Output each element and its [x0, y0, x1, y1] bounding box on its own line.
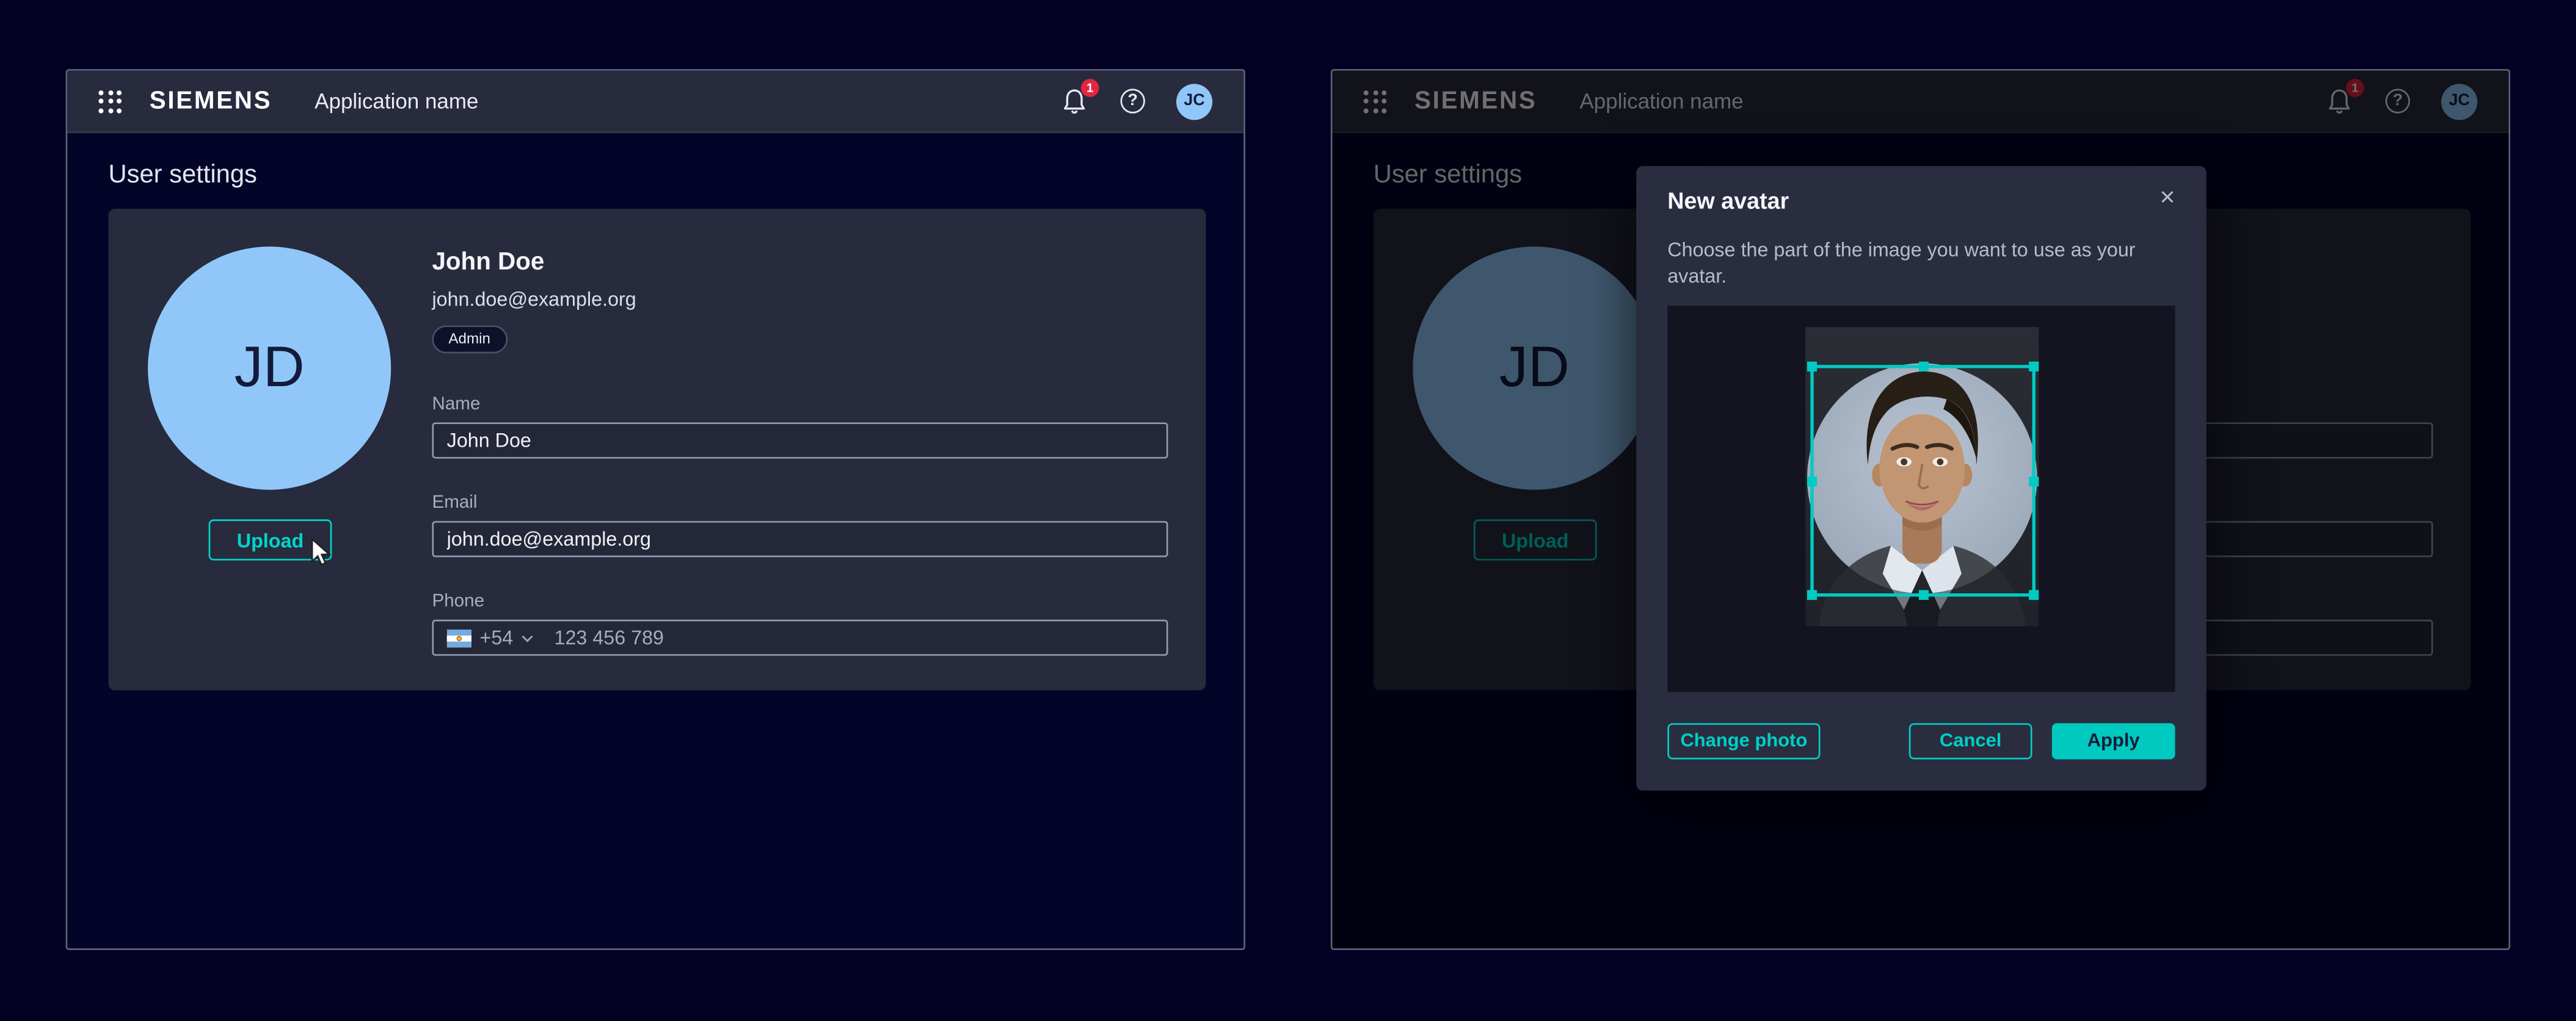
apply-button[interactable]: Apply	[2052, 723, 2175, 759]
user-avatar-small[interactable]: JC	[1176, 83, 1212, 119]
profile-email: john.doe@example.org	[432, 288, 1168, 311]
change-photo-button[interactable]: Change photo	[1667, 723, 1820, 759]
crop-handle-ne[interactable]	[2029, 362, 2039, 371]
app-bar: SIEMENS Application name 1 ? JC	[67, 71, 1243, 133]
panel-left: SIEMENS Application name 1 ? JC User set…	[66, 69, 1245, 950]
modal-description: Choose the part of the image you want to…	[1667, 236, 2153, 289]
crop-handle-n[interactable]	[1918, 362, 1928, 371]
crop-handle-se[interactable]	[2029, 590, 2039, 600]
country-code[interactable]: +54	[479, 626, 513, 650]
crop-canvas[interactable]	[1667, 306, 2175, 692]
email-input[interactable]	[432, 521, 1168, 557]
user-settings-card: JD Upload John Doe john.doe@example.org …	[109, 209, 1206, 690]
cancel-button[interactable]: Cancel	[1909, 723, 2032, 759]
profile-avatar: JD	[148, 247, 391, 490]
name-field-group: Name	[432, 395, 1168, 459]
name-input[interactable]	[432, 422, 1168, 458]
phone-number[interactable]: 123 456 789	[554, 626, 664, 650]
role-badge: Admin	[432, 326, 506, 354]
phone-field-group: Phone +54 123 456 789	[432, 591, 1168, 656]
phone-label: Phone	[432, 591, 1168, 611]
close-icon[interactable]: ×	[2159, 188, 2175, 211]
crop-handle-w[interactable]	[1807, 476, 1817, 486]
notifications-button[interactable]: 1	[1060, 86, 1089, 115]
siemens-logo: SIEMENS	[150, 87, 272, 115]
application-name: Application name	[315, 89, 478, 113]
modal-title: New avatar	[1667, 188, 1789, 214]
name-label: Name	[432, 395, 1168, 414]
profile-name: John Doe	[432, 248, 1168, 276]
help-button[interactable]: ?	[1121, 89, 1145, 113]
chevron-down-icon	[522, 634, 535, 642]
upload-button[interactable]: Upload	[209, 519, 332, 560]
crop-handle-nw[interactable]	[1807, 362, 1817, 371]
email-label: Email	[432, 493, 1168, 513]
page-title: User settings	[109, 161, 1244, 191]
panel-right: SIEMENS Application name 1 ? JC User set…	[1331, 69, 2510, 950]
notification-badge: 1	[1081, 78, 1099, 97]
crop-handle-e[interactable]	[2029, 476, 2039, 486]
crop-handle-s[interactable]	[1918, 590, 1928, 600]
crop-selection[interactable]	[1810, 365, 2036, 596]
phone-input[interactable]: +54 123 456 789	[432, 620, 1168, 656]
profile-details: John Doe john.doe@example.org Admin Name…	[432, 248, 1168, 656]
new-avatar-modal: New avatar × Choose the part of the imag…	[1636, 166, 2206, 791]
app-launcher-icon[interactable]	[98, 90, 122, 113]
argentina-flag-icon	[447, 629, 471, 647]
screenshot-canvas: SIEMENS Application name 1 ? JC User set…	[0, 0, 2576, 1020]
email-field-group: Email	[432, 493, 1168, 557]
crop-handle-sw[interactable]	[1807, 590, 1817, 600]
